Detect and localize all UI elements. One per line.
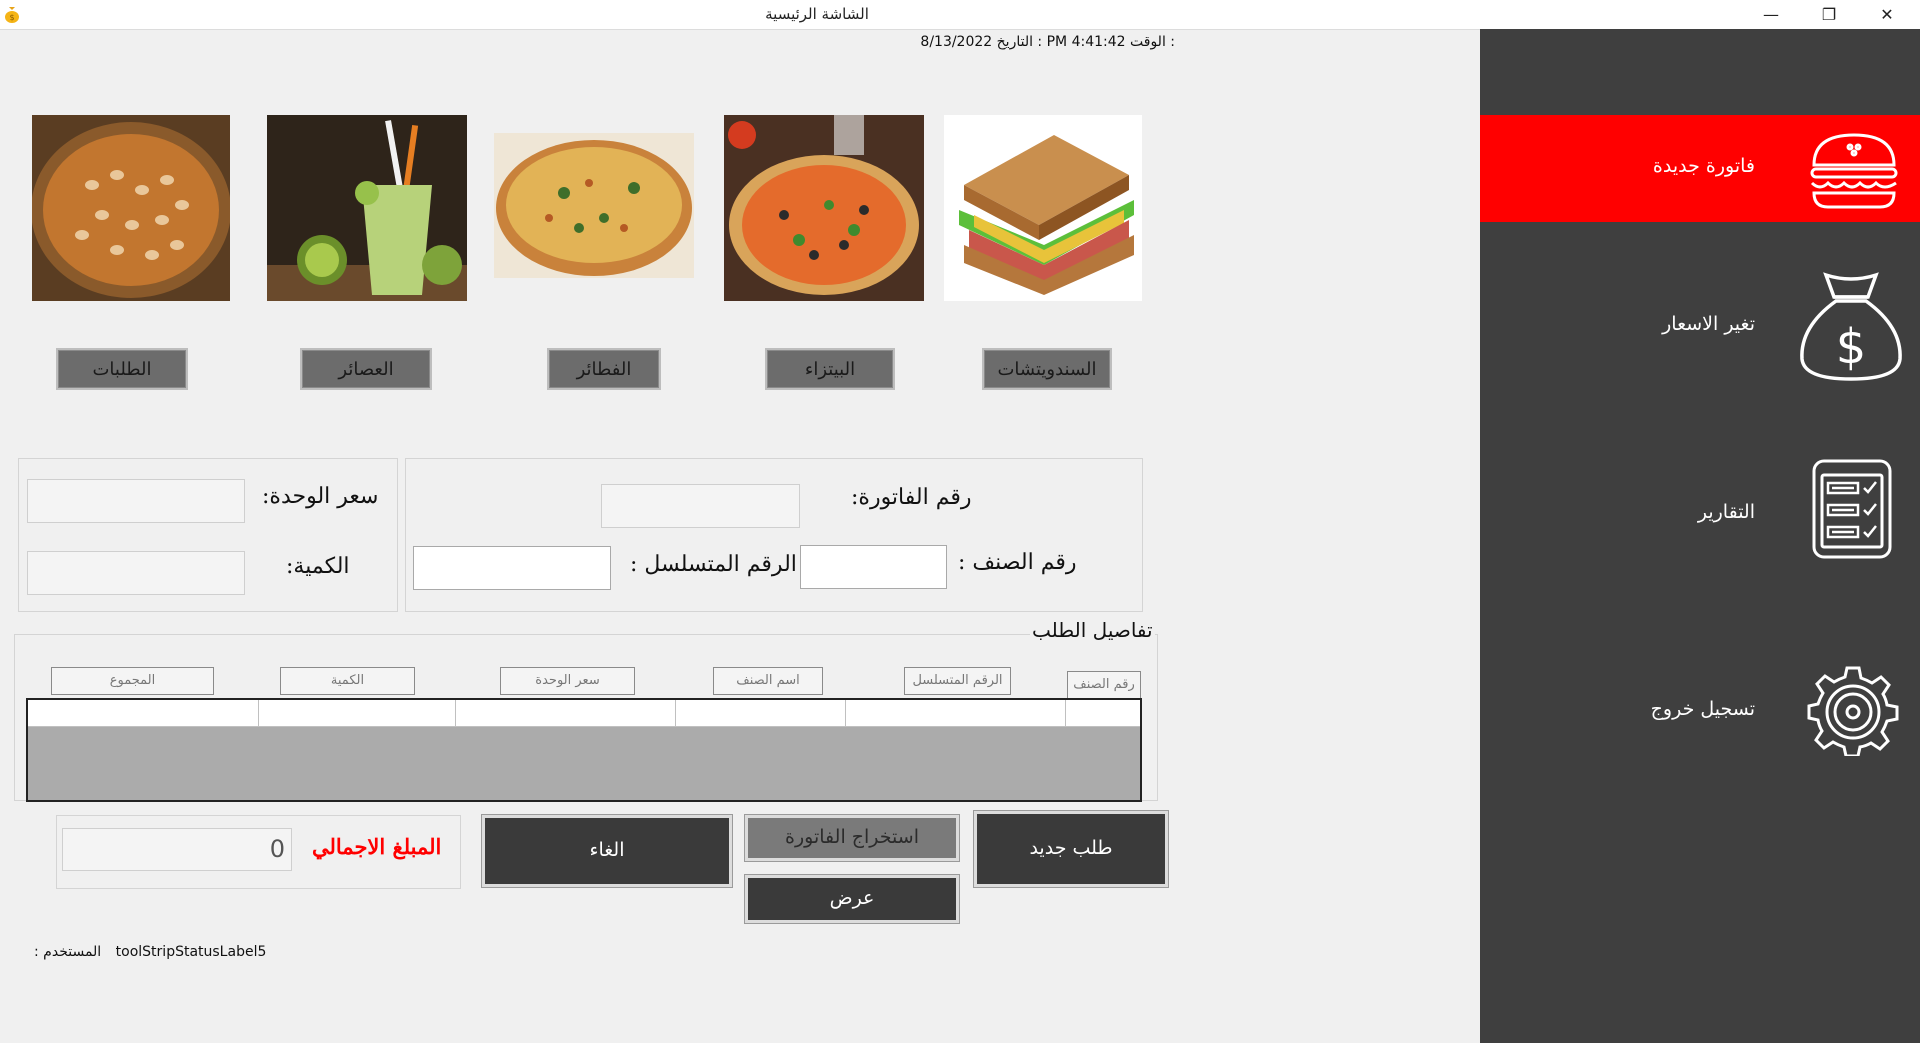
col-item-no[interactable]: رقم الصنف: [1067, 671, 1141, 699]
table-cell[interactable]: [456, 700, 676, 726]
orders-button[interactable]: الطلبات: [56, 348, 188, 390]
minimize-button[interactable]: —: [1742, 0, 1800, 29]
sidebar-item-new-invoice[interactable]: فاتورة جديدة: [1480, 115, 1920, 222]
sidebar-item-label: التقارير: [1697, 501, 1755, 523]
gear-icon: [1807, 664, 1899, 760]
table-cell[interactable]: [1066, 700, 1140, 726]
col-quantity[interactable]: الكمية: [280, 667, 415, 695]
table-cell[interactable]: [28, 700, 259, 726]
item-no-field[interactable]: [800, 545, 947, 589]
datetime-label: 8/13/2022 التاريخ : PM 4:41:42 الوقت :: [870, 34, 1175, 50]
col-unit-price[interactable]: سعر الوحدة: [500, 667, 635, 695]
pizza-button[interactable]: البيتزاء: [765, 348, 895, 390]
datetime-text: 8/13/2022 التاريخ : PM 4:41:42 الوقت :: [920, 34, 1175, 50]
order-details-title: تفاصيل الطلب: [1030, 618, 1155, 642]
svg-text:$: $: [1836, 319, 1867, 375]
quantity-field[interactable]: [27, 551, 245, 595]
extract-invoice-button[interactable]: استخراج الفاتورة: [744, 814, 960, 862]
total-amount-label: المبلغ الاجمالي: [312, 834, 442, 859]
restore-button[interactable]: ❐: [1800, 0, 1858, 29]
juice-image[interactable]: [267, 115, 467, 301]
invoice-no-field[interactable]: [601, 484, 800, 528]
sandwiches-button[interactable]: السندويتشات: [982, 348, 1112, 390]
new-order-button[interactable]: طلب جديد: [973, 810, 1169, 888]
burger-icon: [1806, 129, 1902, 217]
status-bar: : المستخدم toolStripStatusLabel5: [34, 944, 266, 960]
col-total[interactable]: المجموع: [51, 667, 214, 695]
serial-no-label: الرقم المتسلسل :: [630, 552, 797, 577]
juices-button[interactable]: العصائر: [300, 348, 432, 390]
item-no-label: رقم الصنف :: [958, 550, 1077, 575]
pizza-image[interactable]: [724, 115, 924, 301]
sidebar-item-label: تغير الاسعار: [1662, 313, 1755, 335]
sidebar: فاتورة جديدة تغير الاسعار $ التقارير تسج…: [1480, 29, 1920, 1043]
window-title: الشاشة الرئيسية: [765, 5, 869, 23]
col-serial-no[interactable]: الرقم المتسلسل: [904, 667, 1011, 695]
user-label: : المستخدم: [34, 944, 102, 960]
serial-no-field[interactable]: [413, 546, 611, 590]
pie-image[interactable]: [494, 133, 694, 278]
col-item-name[interactable]: اسم الصنف: [713, 667, 823, 695]
invoice-no-label: رقم الفاتورة:: [851, 485, 972, 510]
sidebar-item-change-prices[interactable]: تغير الاسعار $: [1480, 272, 1920, 381]
user-value: toolStripStatusLabel5: [115, 944, 267, 960]
money-bag-icon: $: [1796, 267, 1906, 389]
table-cell[interactable]: [676, 700, 846, 726]
sidebar-item-label: تسجيل خروج: [1650, 698, 1755, 720]
beans-image[interactable]: [32, 115, 230, 301]
unit-price-field[interactable]: [27, 479, 245, 523]
order-grid[interactable]: [26, 698, 1142, 802]
cancel-button[interactable]: الغاء: [481, 814, 733, 888]
title-bar: $ الشاشة الرئيسية — ❐ ✕: [0, 0, 1920, 30]
close-button[interactable]: ✕: [1858, 0, 1916, 29]
total-amount-field[interactable]: 0: [62, 828, 292, 871]
sidebar-item-logout[interactable]: تسجيل خروج: [1480, 654, 1920, 761]
sidebar-item-reports[interactable]: التقارير: [1480, 457, 1920, 564]
table-cell[interactable]: [846, 700, 1066, 726]
report-checklist-icon: [1810, 457, 1894, 565]
sidebar-item-label: فاتورة جديدة: [1652, 155, 1755, 177]
quantity-label: الكمية:: [286, 554, 350, 579]
unit-price-label: سعر الوحدة:: [262, 484, 379, 509]
pies-button[interactable]: الفطائر: [547, 348, 661, 390]
view-button[interactable]: عرض: [744, 874, 960, 924]
sandwich-image[interactable]: [944, 115, 1142, 301]
table-row[interactable]: [28, 700, 1140, 727]
table-cell[interactable]: [259, 700, 456, 726]
